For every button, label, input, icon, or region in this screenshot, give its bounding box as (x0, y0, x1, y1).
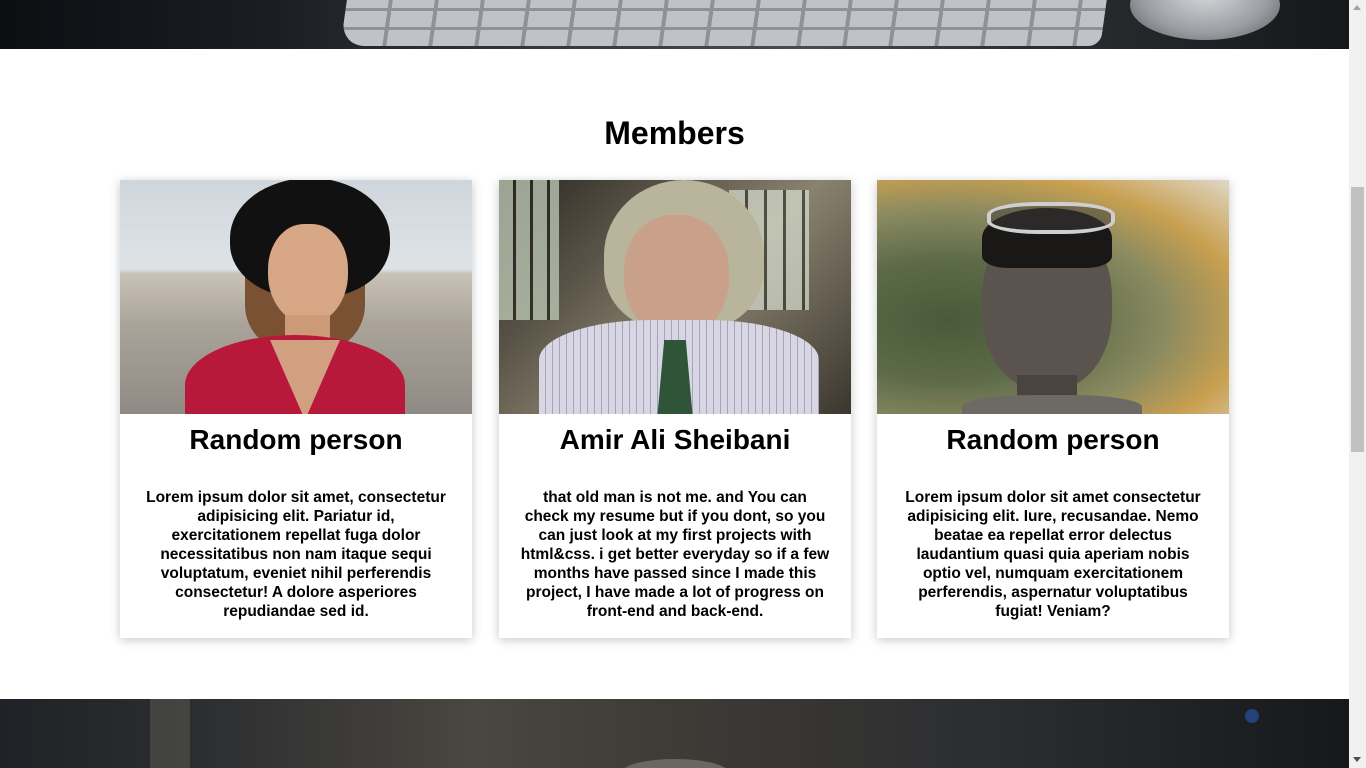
hero-image-keyboard (0, 0, 1349, 49)
members-card-list: Random person Lorem ipsum dolor sit amet… (120, 180, 1230, 638)
member-description: Lorem ipsum dolor sit amet, consectetur … (146, 489, 446, 620)
member-photo-young-man (877, 180, 1229, 414)
scroll-up-arrow-icon[interactable] (1353, 5, 1361, 10)
member-card: Amir Ali Sheibani that old man is not me… (499, 180, 851, 638)
keyboard-graphic (340, 0, 1110, 46)
member-card: Random person Lorem ipsum dolor sit amet… (877, 180, 1229, 638)
member-name: Random person (189, 424, 403, 455)
mouse-graphic (1130, 0, 1280, 40)
page: Members Random person Lorem ipsum dolor … (0, 0, 1349, 768)
scrollbar-thumb[interactable] (1351, 187, 1364, 452)
members-section-title: Members (604, 115, 745, 151)
member-description: Lorem ipsum dolor sit amet consectetur a… (905, 489, 1201, 620)
member-name: Random person (946, 424, 1160, 455)
member-photo-old-man (499, 180, 851, 414)
member-card: Random person Lorem ipsum dolor sit amet… (120, 180, 472, 638)
footer-background-image (0, 699, 1349, 768)
member-name: Amir Ali Sheibani (559, 424, 791, 455)
member-photo-woman-hat (120, 180, 472, 414)
member-description: that old man is not me. and You can chec… (520, 489, 830, 620)
vertical-scrollbar[interactable] (1349, 0, 1366, 768)
scroll-down-arrow-icon[interactable] (1353, 757, 1361, 762)
